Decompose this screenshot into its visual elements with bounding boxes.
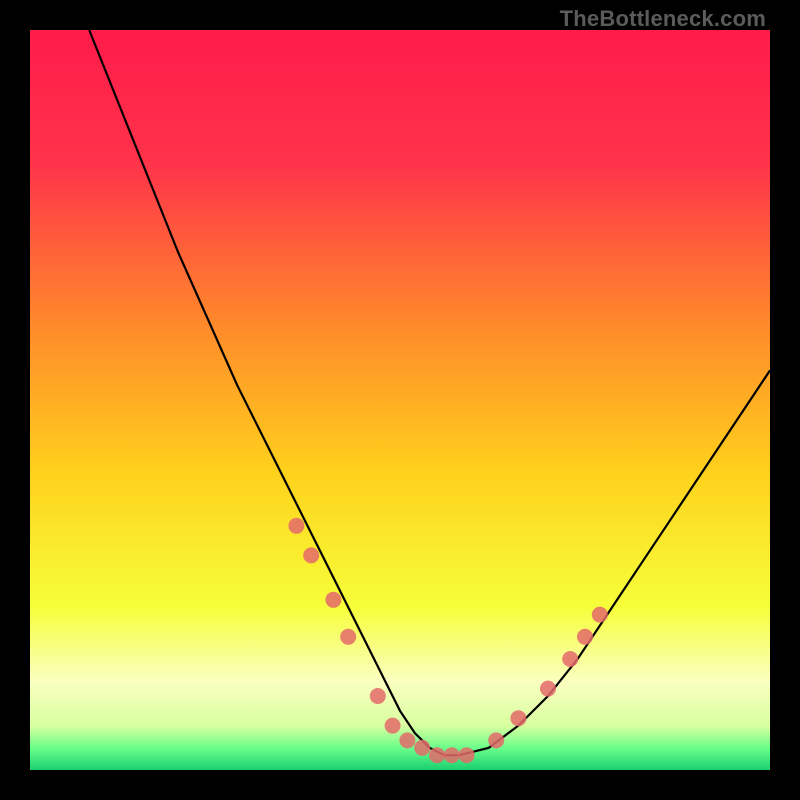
curve-marker	[562, 651, 578, 667]
curve-marker	[414, 740, 430, 756]
bottleneck-curve	[89, 30, 770, 755]
plot-frame	[30, 30, 770, 770]
chart-stage: TheBottleneck.com	[0, 0, 800, 800]
curve-marker	[399, 732, 415, 748]
curve-marker	[488, 732, 504, 748]
curve-marker	[429, 747, 445, 763]
curve-marker	[459, 747, 475, 763]
curve-marker	[510, 710, 526, 726]
curve-marker	[340, 629, 356, 645]
watermark-text: TheBottleneck.com	[560, 6, 766, 32]
curve-markers	[288, 518, 607, 763]
curve-marker	[385, 718, 401, 734]
curve-marker	[577, 629, 593, 645]
curve-marker	[325, 592, 341, 608]
curve-marker	[303, 547, 319, 563]
curve-marker	[444, 747, 460, 763]
curve-layer	[30, 30, 770, 770]
curve-marker	[370, 688, 386, 704]
curve-marker	[288, 518, 304, 534]
curve-marker	[540, 681, 556, 697]
curve-marker	[592, 607, 608, 623]
